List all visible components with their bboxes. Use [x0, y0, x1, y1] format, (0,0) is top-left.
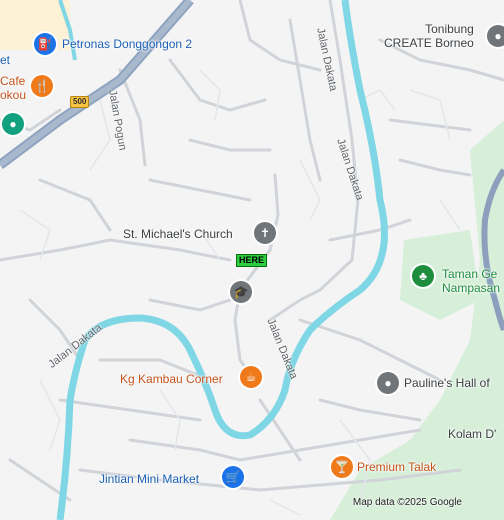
taman-label-line1: Taman Ge [442, 267, 498, 281]
map-canvas[interactable]: 500 Jalan Pogun Jalan Dakata Jalan Dakat… [0, 0, 504, 520]
tonibung-label-line1: Tonibung [425, 22, 474, 36]
cafe-icon[interactable]: ☕ [240, 366, 262, 388]
taman-label-line2: Nampasan [442, 281, 501, 295]
route-shield-500: 500 [70, 96, 90, 108]
restaurant-icon[interactable]: 🍴 [31, 75, 53, 97]
place-label-market-top[interactable]: et [0, 53, 10, 67]
place-icon-green[interactable]: ● [2, 113, 24, 135]
church-icon[interactable]: ✝ [254, 222, 276, 244]
place-label-taman[interactable]: Taman Ge Nampasan [442, 267, 500, 295]
park-icon[interactable]: ♣ [412, 265, 434, 287]
place-label-premium-talak[interactable]: Premium Talak [357, 460, 436, 474]
place-label-church[interactable]: St. Michael's Church [123, 227, 233, 241]
place-label-paulines[interactable]: Pauline's Hall of [404, 376, 490, 390]
bar-icon[interactable]: 🍸 [331, 456, 353, 478]
place-label-tonibung[interactable]: Tonibung CREATE Borneo [384, 22, 474, 50]
place-label-jintian[interactable]: Jintian Mini Market [99, 472, 199, 486]
place-label-cafe[interactable]: Cafe okou [0, 74, 26, 102]
cafe-label-line1: Cafe [0, 74, 26, 88]
school-icon[interactable]: 🎓 [230, 281, 252, 303]
gas-station-icon[interactable]: ⛽ [34, 33, 56, 55]
map-attribution: Map data ©2025 Google [352, 497, 462, 508]
place-label-kg-kambau[interactable]: Kg Kambau Corner [120, 372, 223, 386]
cafe-label-line2: okou [0, 88, 27, 102]
tonibung-label-line2: CREATE Borneo [384, 36, 474, 50]
here-marker[interactable]: HERE [236, 254, 268, 267]
place-icon-paulines[interactable]: ● [377, 372, 399, 394]
place-label-petronas[interactable]: Petronas Donggongon 2 [62, 37, 192, 51]
place-label-kolam[interactable]: Kolam D' [448, 427, 496, 441]
place-icon-tonibung[interactable]: ● [487, 25, 504, 47]
shopping-cart-icon[interactable]: 🛒 [222, 466, 244, 488]
